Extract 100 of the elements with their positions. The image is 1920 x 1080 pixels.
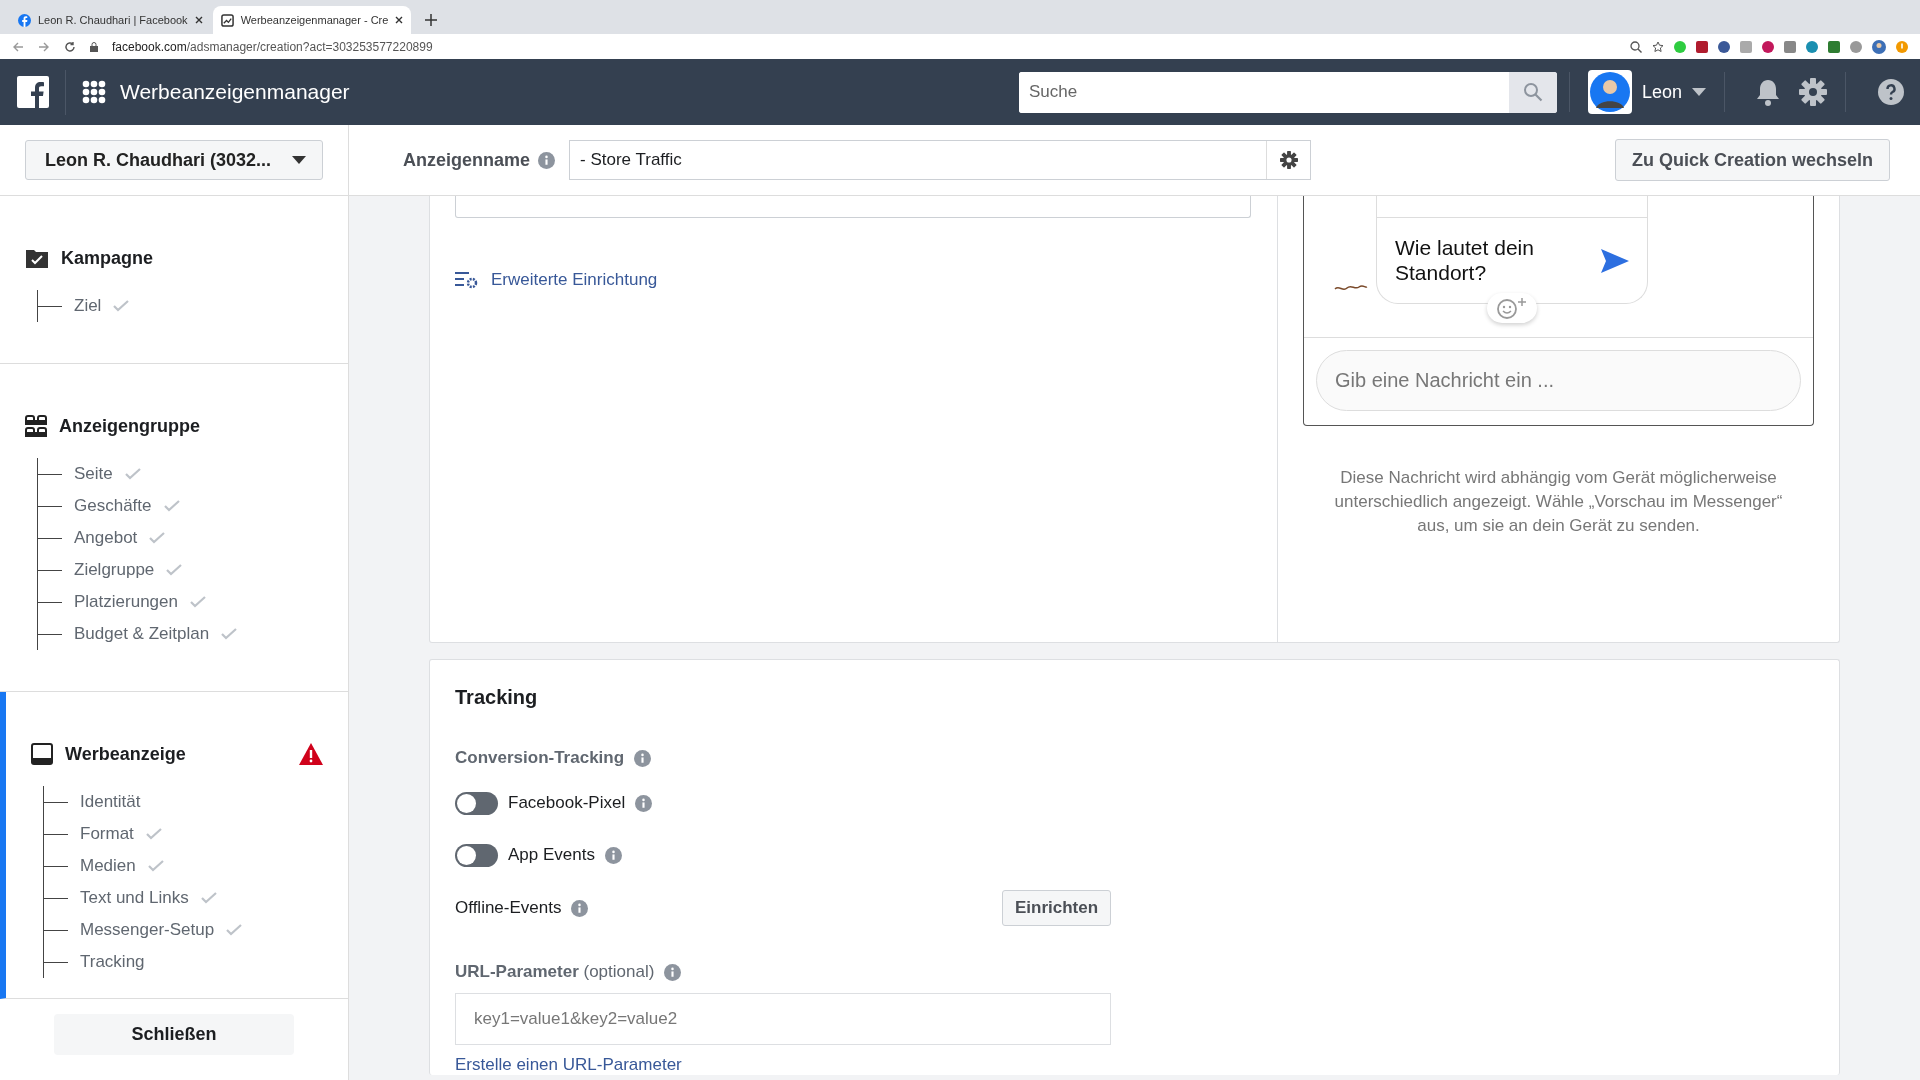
checkmark-icon xyxy=(200,892,217,904)
browser-tab[interactable]: Leon R. Chaudhari | Facebook xyxy=(10,6,211,34)
search-button[interactable] xyxy=(1508,71,1557,113)
settings-icon xyxy=(1799,78,1827,106)
avatar-icon[interactable] xyxy=(1872,39,1886,54)
back-icon[interactable] xyxy=(12,40,24,53)
nav-item[interactable]: Geschäfte xyxy=(74,496,152,516)
lock-icon xyxy=(90,41,98,52)
field-label: Anzeigenname xyxy=(403,149,531,171)
info-icon[interactable] xyxy=(634,749,652,767)
input-field[interactable] xyxy=(455,196,1251,218)
bell-icon xyxy=(1755,78,1781,106)
extension-icon[interactable] xyxy=(1718,40,1730,53)
folder-check-icon xyxy=(25,247,49,269)
caret-icon xyxy=(292,156,306,164)
message-text: Wie lautet dein Standort? xyxy=(1395,236,1535,285)
extension-icon[interactable] xyxy=(1806,40,1818,53)
section-title[interactable]: Anzeigengruppe xyxy=(59,415,200,437)
star-icon[interactable] xyxy=(1652,40,1664,53)
info-icon[interactable] xyxy=(571,899,589,917)
info-icon[interactable] xyxy=(635,794,653,812)
notifications-button[interactable] xyxy=(1755,78,1781,106)
quick-creation-button[interactable]: Zu Quick Creation wechseln xyxy=(1614,139,1890,181)
tree-line xyxy=(43,818,68,850)
nav-item[interactable]: Tracking xyxy=(80,952,145,972)
search-icon xyxy=(1522,82,1543,102)
tree-line xyxy=(37,458,62,490)
browser-tab[interactable]: Werbeanzeigenmanager - Cre xyxy=(212,6,412,34)
chart-icon xyxy=(220,13,234,27)
zoom-icon[interactable] xyxy=(1630,40,1642,53)
close-icon[interactable] xyxy=(194,16,203,24)
field-label: Offline-Events xyxy=(455,898,562,918)
section-title[interactable]: Kampagne xyxy=(61,247,154,269)
nav-item[interactable]: Platzierungen xyxy=(74,592,178,612)
address-url[interactable]: facebook.com/adsmanager/creation?act=303253577220899 xyxy=(112,39,433,54)
info-icon[interactable] xyxy=(664,963,682,981)
field-label: Conversion-Tracking xyxy=(455,748,625,768)
info-icon[interactable] xyxy=(538,151,556,169)
nav-item[interactable]: Identität xyxy=(80,792,141,812)
checkmark-icon xyxy=(221,628,238,640)
nav-item[interactable]: Medien xyxy=(80,856,136,876)
checkmark-icon xyxy=(113,300,130,312)
toggle-switch[interactable] xyxy=(455,791,498,815)
info-icon[interactable] xyxy=(604,846,622,864)
account-dropdown[interactable]: Leon R. Chaudhari (3032... xyxy=(25,140,323,180)
checkmark-icon xyxy=(166,564,183,576)
tree-line xyxy=(43,914,68,946)
forward-icon[interactable] xyxy=(38,40,50,53)
section-heading: Tracking xyxy=(455,686,539,709)
tree-line xyxy=(43,850,68,882)
emoji-add-icon xyxy=(1495,296,1529,320)
advanced-setup-link[interactable]: Erweiterte Einrichtung xyxy=(455,270,1252,290)
page-logo-icon xyxy=(1334,284,1368,292)
nav-item[interactable]: Angebot xyxy=(74,528,138,548)
checkmark-icon xyxy=(163,500,180,512)
reaction-button[interactable] xyxy=(1487,293,1537,323)
nav-item[interactable]: Ziel xyxy=(74,296,102,316)
extension-icon[interactable] xyxy=(1828,40,1840,53)
grid-icon xyxy=(25,415,47,437)
close-button[interactable]: Schließen xyxy=(54,1014,294,1055)
checkmark-icon xyxy=(149,532,166,544)
app-title: Werbeanzeigenmanager xyxy=(120,80,350,104)
caret-icon xyxy=(1692,88,1706,96)
section-title[interactable]: Werbeanzeige xyxy=(65,743,186,765)
create-url-parameter-link[interactable]: Erstelle einen URL-Parameter xyxy=(455,1055,1111,1075)
settings-icon xyxy=(1279,151,1298,169)
url-parameter-field[interactable]: key1=value1&key2=value2 xyxy=(455,993,1111,1045)
nav-item[interactable]: Text und Links xyxy=(80,888,189,908)
setup-button[interactable]: Einrichten xyxy=(1002,890,1111,926)
nav-item[interactable]: Budget & Zeitplan xyxy=(74,624,210,644)
checkmark-icon xyxy=(147,860,164,872)
settings-button[interactable] xyxy=(1799,78,1827,106)
tree-line xyxy=(37,490,62,522)
toggle-switch[interactable] xyxy=(455,843,498,867)
tree-line xyxy=(43,946,68,978)
field-label: URL-Parameter (optional) xyxy=(455,962,655,982)
checkmark-icon xyxy=(124,468,141,480)
tree-line xyxy=(37,522,62,554)
plus-icon[interactable] xyxy=(425,14,438,26)
user-menu-button[interactable]: Leon xyxy=(1581,69,1712,115)
nav-item[interactable]: Zielgruppe xyxy=(74,560,155,580)
extension-icon[interactable] xyxy=(1696,40,1708,53)
reload-icon[interactable] xyxy=(64,40,76,53)
nav-item[interactable]: Messenger-Setup xyxy=(80,920,215,940)
extension-icon[interactable] xyxy=(1850,40,1862,53)
nav-item[interactable]: Format xyxy=(80,824,134,844)
send-icon[interactable] xyxy=(1601,248,1629,273)
facebook-logo[interactable] xyxy=(17,76,49,108)
apps-grid-icon[interactable] xyxy=(82,80,106,104)
message-input[interactable]: Gib eine Nachricht ein ... xyxy=(1316,350,1801,411)
nav-item[interactable]: Seite xyxy=(74,464,113,484)
close-icon[interactable] xyxy=(395,16,404,24)
tree-line xyxy=(37,554,62,586)
extension-icon[interactable] xyxy=(1784,40,1796,53)
help-button[interactable] xyxy=(1878,79,1904,105)
settings-list-icon xyxy=(455,270,479,290)
extension-icon[interactable] xyxy=(1762,40,1774,53)
preview-note: Diese Nachricht wird abhängig vom Gerät möglicherweise unterschiedlich angezeigt. Wähle „Vorschau im Messenger“ aus, um sie an dein Gerät zu senden. xyxy=(1333,467,1784,537)
facebook-icon xyxy=(18,13,31,27)
tree-line xyxy=(43,882,68,914)
